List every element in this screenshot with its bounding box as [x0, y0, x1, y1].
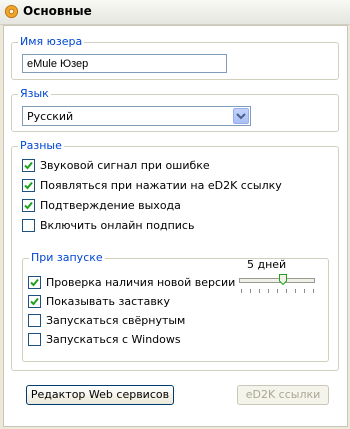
language-dropdown-button[interactable] — [233, 108, 249, 124]
slider-track — [239, 278, 315, 283]
startup-group: При запуске Проверка наличия новой верси… — [22, 251, 329, 362]
startup-option-splash[interactable]: Показывать заставку — [28, 294, 228, 309]
slider-tick — [259, 289, 260, 293]
username-group: Имя юзера — [11, 35, 339, 80]
window-title: Основные — [23, 4, 92, 18]
slider-tick — [295, 289, 296, 293]
update-interval-label: 5 дней — [247, 258, 287, 271]
gear-icon — [4, 4, 19, 19]
misc-option-confirm-exit[interactable]: Подтверждение выхода — [22, 198, 282, 213]
checkbox-label: Появляться при нажатии на eD2K ссылку — [40, 179, 282, 192]
chevron-down-icon — [236, 113, 246, 120]
checkbox-label: Показывать заставку — [46, 295, 170, 308]
startup-option-minimized[interactable]: Запускаться свёрнутым — [28, 313, 228, 328]
web-services-editor-button[interactable]: Редактор Web сервисов — [26, 385, 174, 405]
language-legend: Язык — [18, 87, 51, 100]
slider-tick — [304, 289, 305, 293]
checkmark-icon — [30, 278, 39, 287]
startup-option-with-windows[interactable]: Запускаться с Windows — [28, 332, 228, 347]
checkbox[interactable] — [28, 314, 41, 327]
startup-option-check-updates[interactable]: Проверка наличия новой версии — [28, 275, 235, 290]
checkmark-icon — [24, 201, 33, 210]
update-interval-slider[interactable] — [237, 273, 317, 297]
misc-option-online-signature[interactable]: Включить онлайн подпись — [22, 218, 282, 233]
slider-tick — [268, 289, 269, 293]
slider-tick — [250, 289, 251, 293]
language-select[interactable]: Русский — [22, 106, 251, 126]
checkbox[interactable] — [22, 179, 35, 192]
checkbox[interactable] — [28, 295, 41, 308]
checkbox-label: Запускаться свёрнутым — [46, 314, 186, 327]
checkmark-icon — [24, 161, 33, 170]
checkbox[interactable] — [28, 333, 41, 346]
checkbox-label: Подтверждение выхода — [40, 199, 181, 212]
title-bar: Основные — [0, 0, 350, 25]
username-legend: Имя юзера — [18, 35, 85, 48]
checkbox-label: Включить онлайн подпись — [40, 219, 195, 232]
checkbox[interactable] — [22, 219, 35, 232]
checkbox-label: Звуковой сигнал при ошибке — [40, 159, 210, 172]
language-group: Язык Русский — [11, 87, 339, 132]
settings-panel: Имя юзера Язык Русский Разные Звуковой с… — [3, 25, 348, 427]
ed2k-links-button[interactable]: eD2K ссылки — [237, 385, 329, 405]
misc-legend: Разные — [18, 139, 64, 152]
checkbox[interactable] — [28, 276, 41, 289]
checkbox[interactable] — [22, 199, 35, 212]
checkbox[interactable] — [22, 159, 35, 172]
slider-thumb[interactable] — [279, 274, 287, 285]
startup-legend: При запуске — [29, 251, 105, 264]
misc-group: Разные Звуковой сигнал при ошибке Появля… — [11, 139, 339, 371]
misc-option-ed2k-popup[interactable]: Появляться при нажатии на eD2K ссылку — [22, 178, 322, 193]
checkmark-icon — [24, 181, 33, 190]
slider-tick — [313, 289, 314, 293]
misc-option-error-sound[interactable]: Звуковой сигнал при ошибке — [22, 158, 282, 173]
language-selected-value: Русский — [27, 110, 74, 123]
username-input[interactable] — [22, 54, 227, 73]
checkmark-icon — [30, 297, 39, 306]
slider-tick — [277, 289, 278, 293]
checkbox-label: Проверка наличия новой версии — [46, 276, 236, 289]
checkbox-label: Запускаться с Windows — [46, 333, 181, 346]
slider-tick — [241, 289, 242, 293]
slider-tick — [286, 289, 287, 293]
